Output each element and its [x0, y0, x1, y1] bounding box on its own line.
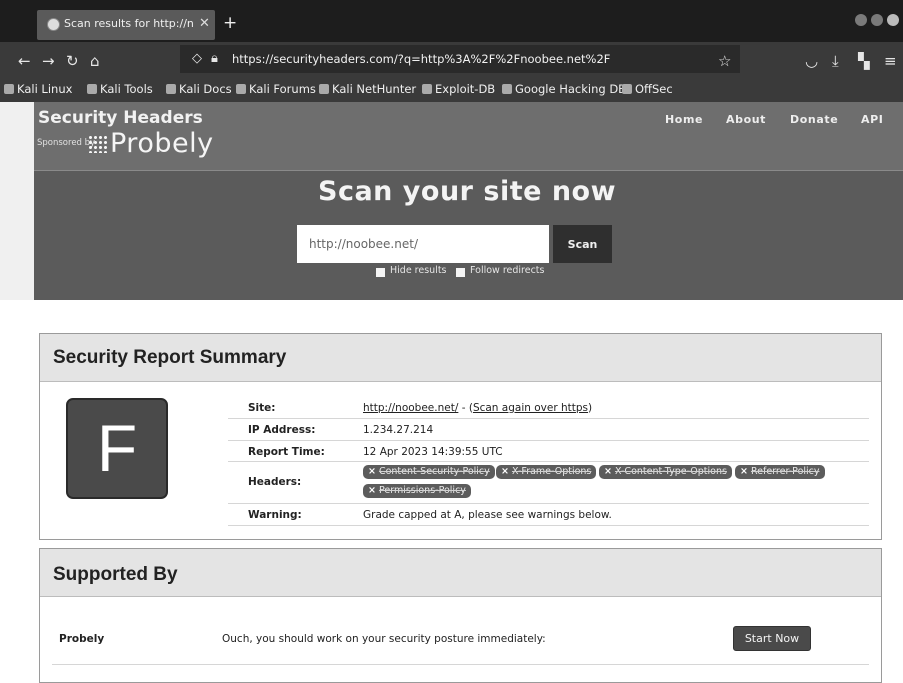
bookmark-kali-linux[interactable]: Kali Linux [4, 82, 72, 96]
nav-about[interactable]: About [726, 113, 766, 126]
bookmark-kali-nethunter[interactable]: Kali NetHunter [319, 82, 416, 96]
docs-icon [166, 84, 176, 94]
report-time-value: 12 Apr 2023 14:39:55 UTC [363, 446, 503, 458]
kali-icon [4, 84, 14, 94]
address-url[interactable]: https://securityheaders.com/?q=http%3A%2… [232, 52, 610, 66]
favicon-icon [47, 18, 60, 31]
missing-header-badge[interactable]: × X-Frame-Options [496, 465, 597, 479]
start-now-button[interactable]: Start Now [733, 626, 811, 651]
row-divider [228, 461, 869, 462]
warning-value: Grade capped at A, please see warnings b… [363, 509, 612, 521]
headers-row-2: × Permissions-Policy [363, 484, 483, 498]
row-divider [228, 503, 869, 504]
hide-results-checkbox[interactable] [376, 268, 385, 277]
bookmark-kali-tools[interactable]: Kali Tools [87, 82, 153, 96]
report-summary-title: Security Report Summary [53, 347, 287, 368]
forward-icon[interactable]: → [42, 52, 55, 70]
scan-again-https-link[interactable]: Scan again over https [473, 402, 588, 414]
browser-tab[interactable]: Scan results for http://noob ✕ [37, 10, 215, 40]
hide-results-label: Hide results [390, 265, 447, 276]
warning-label: Warning: [248, 509, 302, 521]
lock-icon[interactable]: 🔒︎ [211, 51, 218, 66]
nav-donate[interactable]: Donate [790, 113, 838, 126]
row-divider [52, 664, 869, 665]
missing-header-badge[interactable]: × Permissions-Policy [363, 484, 471, 498]
row-divider [228, 525, 869, 526]
missing-header-badge[interactable]: × Referrer-Policy [735, 465, 825, 479]
menu-icon[interactable]: ≡ [884, 52, 897, 70]
new-tab-button[interactable]: + [223, 13, 237, 33]
nav-home[interactable]: Home [665, 113, 703, 126]
exploit-db-icon [422, 84, 432, 94]
headers-row-1: × Content-Security-Policy × X-Frame-Option… [363, 465, 863, 479]
ip-label: IP Address: [248, 424, 316, 436]
headers-label: Headers: [248, 476, 302, 488]
minimize-window-icon[interactable] [855, 14, 867, 26]
bookmark-google-hacking-db[interactable]: Google Hacking DB [502, 82, 626, 96]
bookmark-offsec[interactable]: OffSec [622, 82, 673, 96]
supporter-name: Probely [59, 633, 105, 645]
extensions-icon[interactable]: ▚ [858, 52, 870, 70]
probely-logo-icon [88, 135, 108, 153]
row-divider [228, 418, 869, 419]
bookmark-kali-forums[interactable]: Kali Forums [236, 82, 316, 96]
ip-value: 1.234.27.214 [363, 424, 434, 436]
nav-api[interactable]: API [861, 113, 883, 126]
row-divider [228, 440, 869, 441]
shield-icon[interactable]: ◇ [192, 51, 202, 66]
maximize-window-icon[interactable] [871, 14, 883, 26]
download-icon[interactable]: ⤓ [832, 52, 839, 70]
supported-by-title: Supported By [53, 564, 178, 585]
site-brand[interactable]: Security Headers [38, 108, 203, 128]
header-divider [34, 170, 903, 171]
site-url-link[interactable]: http://noobee.net/ [363, 402, 458, 414]
ghdb-icon [502, 84, 512, 94]
site-label: Site: [248, 402, 276, 414]
report-time-label: Report Time: [248, 446, 325, 458]
kali-tools-icon [87, 84, 97, 94]
nethunter-icon [319, 84, 329, 94]
pocket-icon[interactable]: ◡ [805, 52, 818, 70]
page-heading: Scan your site now [318, 176, 617, 207]
home-icon[interactable]: ⌂ [90, 52, 100, 70]
forums-icon [236, 84, 246, 94]
close-tab-icon[interactable]: ✕ [199, 16, 210, 31]
grade-badge: F [66, 398, 168, 499]
page-margin [0, 102, 34, 300]
offsec-icon [622, 84, 632, 94]
sponsored-by-label: Sponsored by [37, 138, 96, 148]
back-icon[interactable]: ← [18, 52, 31, 70]
follow-redirects-checkbox[interactable] [456, 268, 465, 277]
supporter-message: Ouch, you should work on your security p… [222, 633, 546, 645]
follow-redirects-label: Follow redirects [470, 265, 545, 276]
bookmark-star-icon[interactable]: ☆ [718, 52, 731, 70]
site-value: http://noobee.net/ - (Scan again over ht… [363, 402, 593, 414]
missing-header-badge[interactable]: × Content-Security-Policy [363, 465, 495, 479]
missing-header-badge[interactable]: × X-Content-Type-Options [599, 465, 732, 479]
bookmark-exploit-db[interactable]: Exploit-DB [422, 82, 495, 96]
scan-url-input[interactable] [297, 225, 549, 263]
sponsor-logo[interactable]: Probely [110, 128, 214, 159]
scan-button[interactable]: Scan [553, 225, 612, 263]
tab-title: Scan results for http://noob [64, 17, 194, 30]
reload-icon[interactable]: ↻ [66, 52, 79, 70]
bookmark-kali-docs[interactable]: Kali Docs [166, 82, 232, 96]
close-window-icon[interactable] [887, 14, 899, 26]
